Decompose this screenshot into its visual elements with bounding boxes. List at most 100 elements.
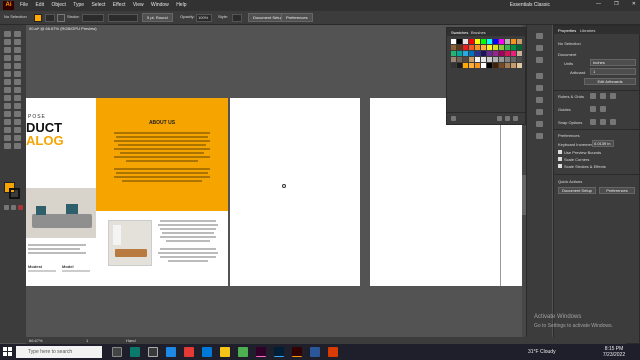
- pen-tool-icon[interactable]: [4, 47, 11, 53]
- color-swatch[interactable]: [451, 63, 456, 68]
- magic-wand-tool-icon[interactable]: [4, 39, 11, 45]
- adobe-indesign-icon[interactable]: [256, 347, 266, 357]
- quick-document-setup-button[interactable]: Document Setup: [558, 187, 596, 194]
- blend-tool-icon[interactable]: [4, 119, 11, 125]
- perspective-grid-tool-icon[interactable]: [4, 103, 11, 109]
- color-swatch[interactable]: [469, 39, 474, 44]
- color-swatch[interactable]: [487, 39, 492, 44]
- adobe-illustrator-icon[interactable]: [292, 347, 302, 357]
- color-swatch[interactable]: [505, 45, 510, 50]
- color-swatch[interactable]: [475, 57, 480, 62]
- gradient-mode-icon[interactable]: [11, 205, 16, 210]
- color-swatch[interactable]: [451, 39, 456, 44]
- tab-brushes[interactable]: Brushes: [471, 30, 486, 35]
- properties-icon[interactable]: [536, 33, 543, 39]
- color-swatch[interactable]: [493, 45, 498, 50]
- color-swatch[interactable]: [451, 45, 456, 50]
- app-icon-6[interactable]: [328, 347, 338, 357]
- artboard-blank-3[interactable]: [230, 98, 360, 286]
- scale-tool-icon[interactable]: [4, 87, 11, 93]
- menu-window[interactable]: Window: [151, 2, 169, 8]
- color-swatch[interactable]: [517, 45, 522, 50]
- color-swatch[interactable]: [463, 45, 468, 50]
- color-swatch[interactable]: [451, 57, 456, 62]
- grid-icon[interactable]: [600, 93, 606, 99]
- artboard-tool-icon[interactable]: [14, 127, 21, 133]
- color-swatch[interactable]: [457, 51, 462, 56]
- units-dropdown[interactable]: Inches: [590, 59, 636, 66]
- gradient-icon[interactable]: [536, 109, 543, 115]
- color-swatch[interactable]: [517, 57, 522, 62]
- color-swatch[interactable]: [487, 51, 492, 56]
- eyedropper-tool-icon[interactable]: [14, 111, 21, 117]
- color-swatch[interactable]: [463, 51, 468, 56]
- color-swatch[interactable]: [517, 63, 522, 68]
- color-swatch[interactable]: [493, 39, 498, 44]
- color-swatch[interactable]: [481, 39, 486, 44]
- color-swatch[interactable]: [499, 63, 504, 68]
- new-group-icon[interactable]: [497, 116, 502, 121]
- swatch-library-icon[interactable]: [451, 116, 456, 121]
- color-swatch[interactable]: [457, 39, 462, 44]
- color-swatch[interactable]: [463, 63, 468, 68]
- clock[interactable]: 8:15 PM 7/23/2022: [596, 346, 632, 358]
- appearance-icon[interactable]: [536, 133, 543, 139]
- menu-edit[interactable]: Edit: [35, 2, 44, 8]
- color-swatch[interactable]: [499, 57, 504, 62]
- taskbar-search-input[interactable]: Type here to search: [16, 346, 102, 358]
- color-swatch[interactable]: [505, 51, 510, 56]
- color-swatch[interactable]: [469, 45, 474, 50]
- color-swatch[interactable]: [511, 63, 516, 68]
- tab-swatches[interactable]: Swatches: [451, 30, 468, 35]
- minimize-button[interactable]: —: [596, 1, 601, 7]
- slice-tool-icon[interactable]: [4, 135, 11, 141]
- stroke-swatch[interactable]: [57, 14, 65, 22]
- variable-width-profile[interactable]: [108, 14, 138, 22]
- ruler-icon[interactable]: [590, 93, 596, 99]
- color-swatch[interactable]: [487, 57, 492, 62]
- app-icon-5[interactable]: [238, 347, 248, 357]
- color-mode-icon[interactable]: [4, 205, 9, 210]
- rotate-tool-icon[interactable]: [14, 79, 21, 85]
- color-swatch[interactable]: [475, 39, 480, 44]
- scale-strokes-checkbox[interactable]: [558, 164, 562, 168]
- color-swatch[interactable]: [457, 57, 462, 62]
- color-swatch[interactable]: [511, 51, 516, 56]
- menu-file[interactable]: File: [20, 2, 28, 8]
- width-tool-icon[interactable]: [14, 87, 21, 93]
- artboard-navigator[interactable]: 1: [86, 337, 88, 344]
- menu-type[interactable]: Type: [73, 2, 84, 8]
- color-swatch[interactable]: [451, 51, 456, 56]
- stroke-weight-field[interactable]: [82, 14, 104, 22]
- menu-object[interactable]: Object: [51, 2, 65, 8]
- paintbrush-tool-icon[interactable]: [14, 63, 21, 69]
- workspace-switcher[interactable]: Essentials Classic: [510, 2, 550, 8]
- rectangle-tool-icon[interactable]: [4, 63, 11, 69]
- color-swatch[interactable]: [499, 45, 504, 50]
- color-icon[interactable]: [536, 73, 543, 79]
- color-swatch[interactable]: [517, 39, 522, 44]
- color-swatch[interactable]: [505, 63, 510, 68]
- tab-libraries[interactable]: Libraries: [580, 28, 595, 33]
- gradient-tool-icon[interactable]: [4, 111, 11, 117]
- new-swatch-icon[interactable]: [505, 116, 510, 121]
- direct-selection-tool-icon[interactable]: [14, 31, 21, 37]
- opacity-field[interactable]: 100%: [196, 14, 212, 22]
- menu-select[interactable]: Select: [91, 2, 105, 8]
- color-swatch[interactable]: [493, 57, 498, 62]
- shape-builder-tool-icon[interactable]: [14, 95, 21, 101]
- color-swatch[interactable]: [511, 39, 516, 44]
- hand-tool-icon[interactable]: [14, 135, 21, 141]
- color-swatch[interactable]: [481, 57, 486, 62]
- color-swatch[interactable]: [499, 51, 504, 56]
- color-swatch[interactable]: [469, 63, 474, 68]
- artboard-dropdown[interactable]: 1: [590, 68, 636, 75]
- fill-dropdown[interactable]: [45, 14, 55, 22]
- color-swatch[interactable]: [499, 39, 504, 44]
- menu-effect[interactable]: Effect: [113, 2, 126, 8]
- scale-corners-checkbox[interactable]: [558, 157, 562, 161]
- task-view-icon[interactable]: [112, 347, 122, 357]
- guides-show-icon[interactable]: [590, 106, 596, 112]
- artboard-catalog-cover[interactable]: POSE DUCT ALOG Modest Model: [26, 98, 96, 286]
- color-swatch[interactable]: [481, 63, 486, 68]
